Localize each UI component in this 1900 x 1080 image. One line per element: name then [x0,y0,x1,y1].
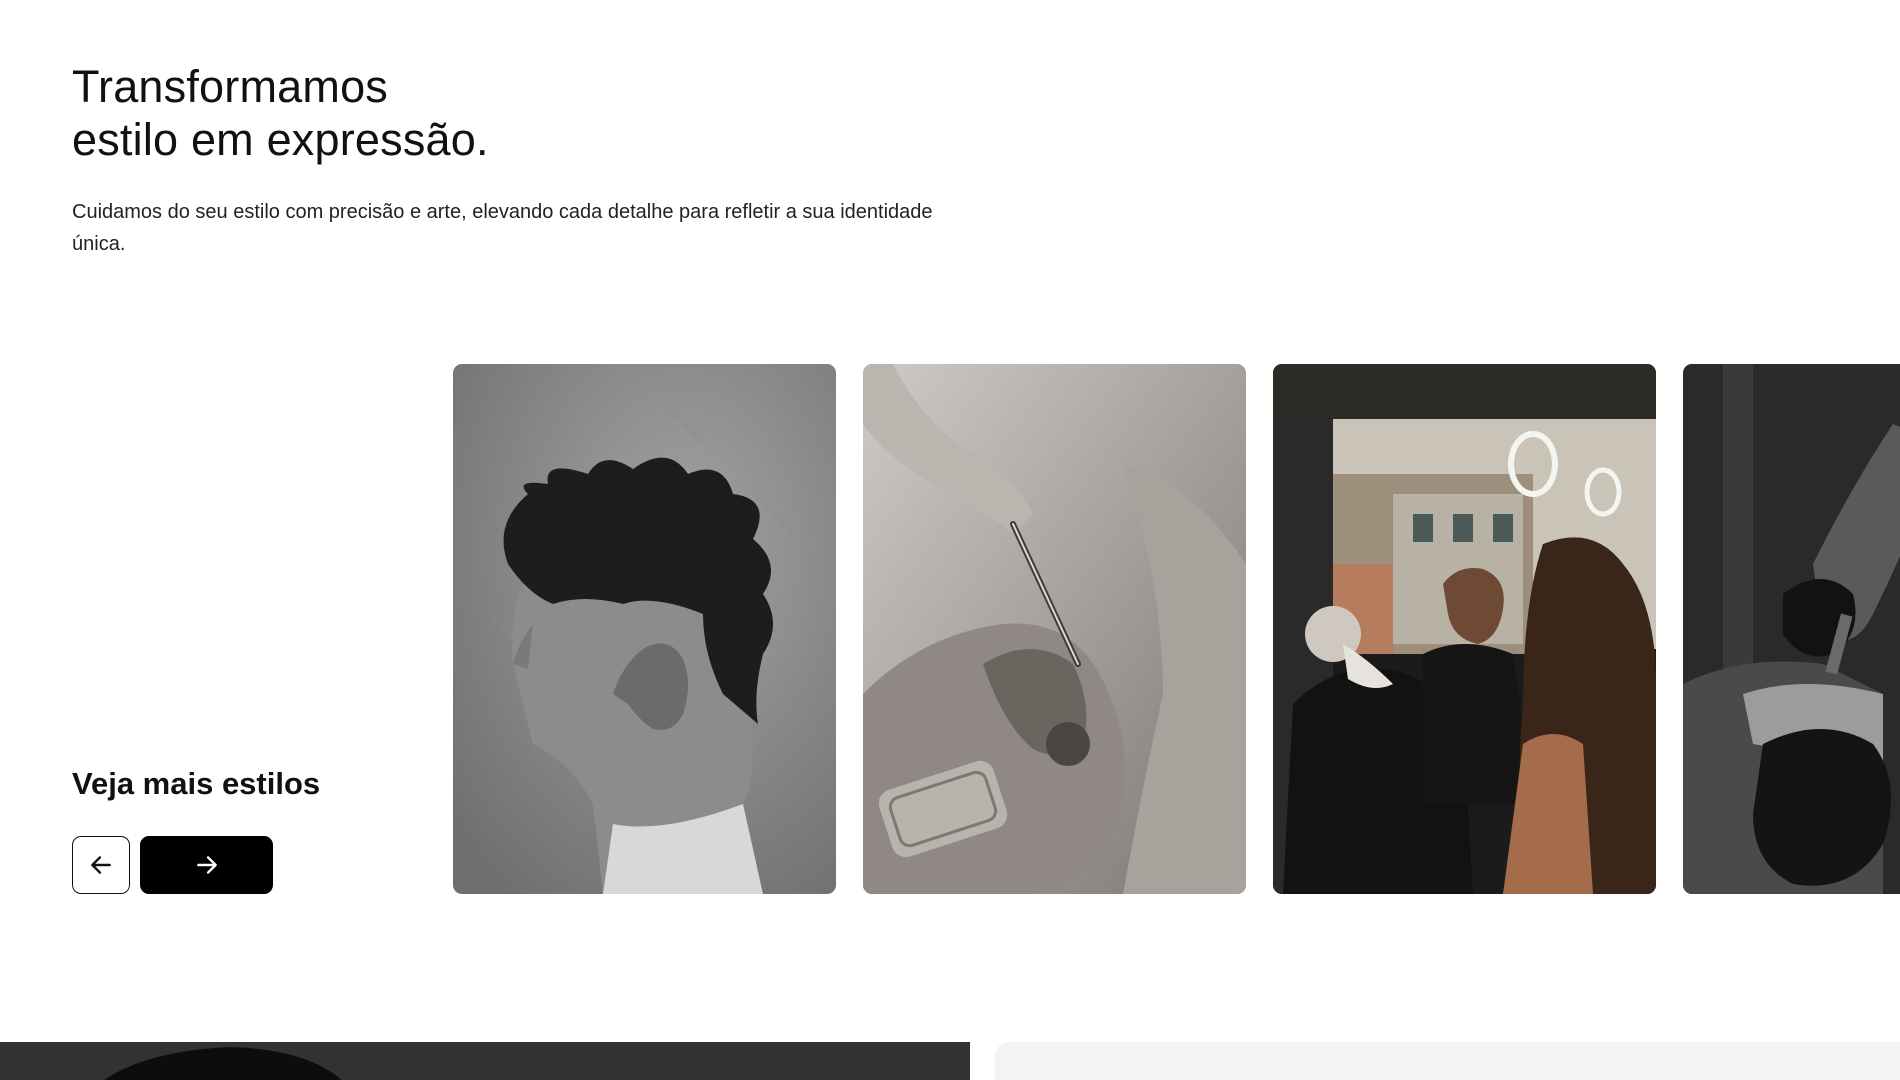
gallery-card-tattoo[interactable] [1683,364,1900,894]
haircut-photo [453,364,836,894]
page-headline: Transformamos estilo em expressão. [72,60,489,166]
beard-trim-photo [863,364,1246,894]
gallery-carousel[interactable] [453,364,1900,894]
tattoo-photo [1683,364,1900,894]
arrow-left-icon [91,856,111,874]
bottom-image-panel [0,1042,970,1080]
gallery-section-title: Veja mais estilos [72,766,321,801]
intro-text: Cuidamos do seu estilo com precisão e ar… [72,201,933,255]
arrow-right-icon [196,856,217,874]
gallery-prev-button[interactable] [72,836,130,894]
gallery-card-barbershop[interactable] [1273,364,1656,894]
gallery-card-beard-trim[interactable] [863,364,1246,894]
headline-line-2: estilo em expressão. [72,114,489,165]
gallery-card-haircut[interactable] [453,364,836,894]
gallery-next-button[interactable] [140,836,273,894]
bottom-photo [0,1042,970,1080]
headline-line-1: Transformamos [72,61,388,112]
bottom-info-panel [995,1042,1900,1080]
barbershop-photo [1273,364,1656,894]
page: Transformamos estilo em expressão. Cuida… [0,0,1900,1080]
